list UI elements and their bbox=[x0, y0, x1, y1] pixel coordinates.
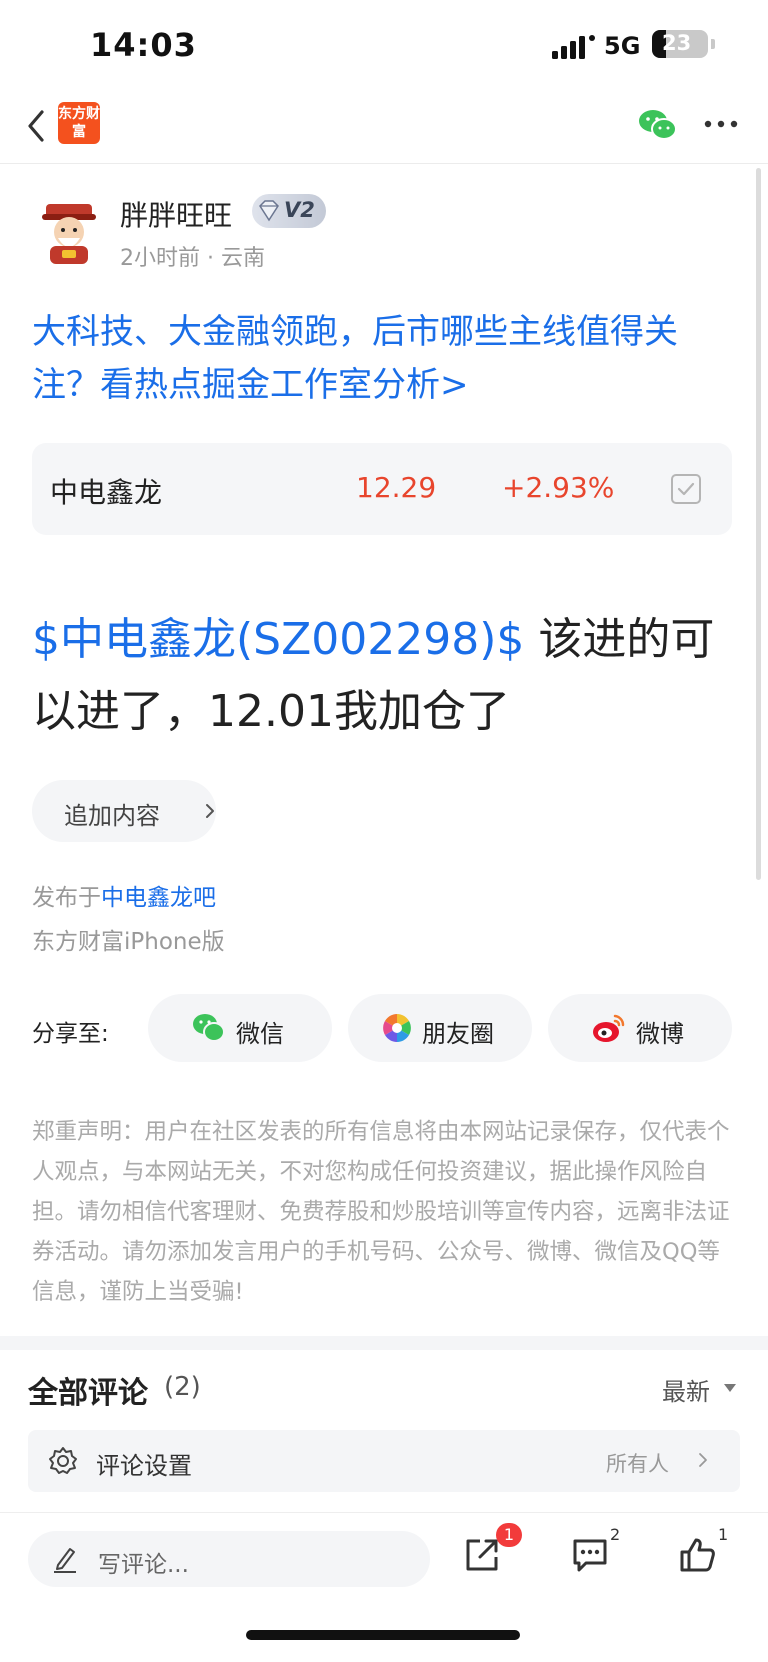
comment-icon bbox=[573, 1539, 607, 1572]
app-logo[interactable]: 东方财富 bbox=[58, 102, 100, 144]
status-bar: 14:03 5G 23 bbox=[0, 0, 768, 92]
battery-tip bbox=[711, 39, 715, 49]
stock-quote-card[interactable]: 中电鑫龙 12.29 +2.93% bbox=[32, 443, 732, 535]
diamond-icon bbox=[259, 200, 279, 222]
share-wechat-label: 微信 bbox=[236, 1020, 284, 1048]
like-count: 1 bbox=[718, 1525, 729, 1544]
status-time: 14:03 bbox=[90, 26, 197, 64]
post-meta: 2小时前 · 云南 bbox=[120, 246, 265, 271]
share-icon bbox=[466, 1539, 498, 1571]
more-icon[interactable] bbox=[704, 120, 738, 128]
comment-settings-value: 所有人 bbox=[606, 1452, 669, 1476]
wechat-icon[interactable] bbox=[638, 108, 678, 142]
promo-headline-link[interactable]: 大科技、大金融领跑，后市哪些主线值得关注？看热点掘金工作室分析> bbox=[32, 306, 744, 412]
stock-price: 12.29 bbox=[356, 471, 437, 504]
add-content-button[interactable]: 追加内容 bbox=[32, 780, 216, 842]
battery-icon: 23 bbox=[652, 30, 708, 58]
comment-sort-selector[interactable]: 最新 bbox=[662, 1372, 710, 1407]
battery-level: 23 bbox=[662, 31, 692, 55]
chevron-right-icon bbox=[206, 804, 214, 818]
share-weibo-button[interactable]: 微博 bbox=[548, 994, 732, 1062]
comments-count: (2) bbox=[164, 1372, 201, 1402]
gear-icon bbox=[49, 1447, 77, 1474]
chevron-right-icon bbox=[699, 1453, 707, 1467]
share-action-button[interactable]: 1 bbox=[462, 1523, 522, 1585]
client-source: 东方财富iPhone版 bbox=[32, 929, 225, 955]
moments-icon bbox=[383, 1014, 411, 1042]
comment-settings-row[interactable]: 评论设置 所有人 bbox=[28, 1430, 740, 1492]
share-wechat-button[interactable]: 微信 bbox=[148, 994, 332, 1062]
share-badge: 1 bbox=[496, 1523, 522, 1547]
section-divider bbox=[0, 1336, 768, 1350]
author-avatar[interactable] bbox=[36, 200, 102, 266]
back-arrow-icon[interactable] bbox=[22, 106, 52, 146]
weibo-icon bbox=[593, 1014, 625, 1042]
signal-icon bbox=[552, 35, 595, 59]
pen-icon bbox=[54, 1548, 76, 1573]
stock-tag-link[interactable]: $中电鑫龙(SZ002298)$ bbox=[32, 614, 524, 665]
scrollbar[interactable] bbox=[756, 168, 761, 880]
comment-settings-label: 评论设置 bbox=[96, 1452, 192, 1480]
share-moments-button[interactable]: 朋友圈 bbox=[348, 994, 532, 1062]
share-moments-label: 朋友圈 bbox=[422, 1020, 494, 1048]
nav-bar: 东方财富 bbox=[0, 92, 768, 164]
disclaimer: 郑重声明：用户在社区发表的所有信息将由本网站记录保存，仅代表个人观点，与本网站无… bbox=[32, 1119, 730, 1305]
stock-change: +2.93% bbox=[502, 471, 615, 504]
thumbs-up-icon bbox=[680, 1538, 715, 1572]
network-type: 5G bbox=[604, 32, 641, 60]
comment-action-button[interactable]: 2 bbox=[570, 1525, 620, 1585]
stock-name: 中电鑫龙 bbox=[50, 476, 163, 509]
share-weibo-label: 微博 bbox=[636, 1020, 684, 1048]
add-content-label: 追加内容 bbox=[64, 802, 160, 830]
post-body: $中电鑫龙(SZ002298)$ 该进的可以进了，12.01我加仓了 bbox=[32, 604, 744, 748]
author-name[interactable]: 胖胖旺旺 bbox=[120, 194, 232, 234]
home-indicator bbox=[246, 1630, 520, 1640]
wechat-icon bbox=[193, 1014, 225, 1042]
posted-in-prefix: 发布于 bbox=[32, 885, 101, 911]
like-action-button[interactable]: 1 bbox=[678, 1525, 728, 1585]
write-comment-input[interactable]: 写评论... bbox=[28, 1531, 430, 1587]
level-badge: V2 bbox=[252, 194, 326, 228]
comment-count: 2 bbox=[610, 1525, 621, 1544]
level-text: V2 bbox=[284, 198, 315, 222]
posted-in: 发布于中电鑫龙吧 bbox=[32, 878, 216, 912]
write-comment-placeholder: 写评论... bbox=[98, 1552, 189, 1578]
add-watchlist-check-icon[interactable] bbox=[670, 473, 702, 505]
share-label: 分享至: bbox=[32, 1021, 109, 1047]
caret-down-icon[interactable] bbox=[724, 1384, 736, 1392]
stock-bar-link[interactable]: 中电鑫龙吧 bbox=[101, 885, 216, 911]
comments-title: 全部评论 bbox=[28, 1376, 148, 1411]
